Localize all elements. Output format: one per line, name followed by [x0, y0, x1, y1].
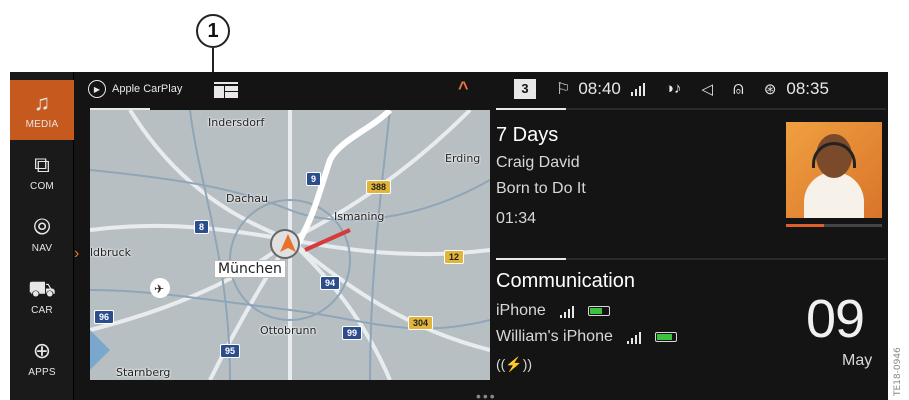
- map-label-indersdorf: Indersdorf: [208, 116, 265, 129]
- nav-label: NAV: [31, 242, 53, 254]
- map-label-furstenfeldbruck: ldbruck: [90, 246, 131, 259]
- media-divider: [496, 108, 886, 110]
- carplay-label: Apple CarPlay: [112, 83, 183, 95]
- nav-arrival-time: 08:40: [578, 78, 621, 98]
- nav-item-apps[interactable]: ⊕ APPS: [10, 328, 74, 388]
- car-icon: ⛟: [28, 275, 56, 301]
- nav-label: CAR: [31, 304, 53, 316]
- nav-item-nav[interactable]: ⦾ NAV: [10, 204, 74, 264]
- road-shield: 95: [220, 344, 241, 358]
- map-label-ottobrunn: Ottobrunn: [260, 324, 317, 337]
- road-shield: 94: [320, 276, 341, 290]
- nav-label: APPS: [28, 366, 56, 378]
- map-label-starnberg: Starnberg: [116, 366, 171, 379]
- signal-strength-icon: [626, 330, 641, 344]
- phone-row[interactable]: William's iPhone: [496, 328, 677, 346]
- status-bar: ▶ Apple CarPlay ^ 3 ⚐ 08:40 ◑♪ ◁ ⍝ ⊛ 08:…: [74, 72, 888, 108]
- battery-icon: [587, 306, 610, 316]
- globe-icon: ⊕: [32, 337, 52, 363]
- navigation-icon: ⦾: [33, 213, 51, 239]
- phone-row[interactable]: iPhone: [496, 302, 610, 320]
- date-day: 09: [806, 289, 865, 349]
- communication-widget[interactable]: Communication iPhone William's iPhone ((…: [496, 258, 886, 398]
- chevron-up-icon[interactable]: ^: [458, 78, 469, 99]
- volume-icon[interactable]: ◁: [701, 80, 713, 98]
- date-month: May: [842, 352, 873, 369]
- comm-divider: [496, 258, 886, 260]
- chevron-right-icon[interactable]: ›: [74, 246, 84, 262]
- media-widget[interactable]: 7 Days Craig David Born to Do It 01:34: [496, 108, 886, 248]
- road-shield: 304: [408, 316, 434, 330]
- map-label-dachau: Dachau: [226, 192, 268, 205]
- callout-number: 1: [196, 14, 230, 48]
- road-shield: 12: [444, 250, 465, 264]
- comm-title: Communication: [496, 270, 635, 292]
- album-name: Born to Do It: [496, 180, 586, 197]
- signal-strength-icon: [630, 82, 645, 96]
- carplay-button[interactable]: ▶ Apple CarPlay: [88, 80, 182, 98]
- artist-name: Craig David: [496, 154, 580, 171]
- status-indicators: 3 ⚐ 08:40 ◑♪ ◁ ⍝ ⊛ 08:35: [514, 78, 829, 99]
- nav-item-media[interactable]: ♫ MEDIA: [10, 80, 74, 140]
- nav-item-car[interactable]: ⛟ CAR: [10, 266, 74, 326]
- phone-name: iPhone: [496, 302, 546, 319]
- signal-strength-icon: [559, 304, 574, 318]
- connected-drive-icon[interactable]: ⊛: [764, 80, 777, 98]
- road-shield: 388: [366, 180, 392, 194]
- map-label-ismaning: Ismaning: [334, 210, 385, 223]
- road-shield: 99: [342, 326, 363, 340]
- map-label-munchen: München: [214, 260, 286, 278]
- navigation-map[interactable]: ✈ Indersdorf Erding Dachau Ismaning ldbr…: [90, 110, 490, 380]
- playback-progress: [786, 224, 882, 227]
- road-shield: 9: [306, 172, 322, 186]
- user-profile-icon[interactable]: ⍝: [733, 78, 744, 99]
- music-note-icon: ♫: [33, 89, 51, 115]
- media-source-icon[interactable]: ◑♪: [665, 80, 682, 97]
- message-icon: ⧉: [34, 151, 50, 177]
- road-shield: 8: [194, 220, 210, 234]
- destination-flag-icon: ⚐: [556, 80, 571, 98]
- road-shield: 96: [94, 310, 115, 324]
- nav-label: MEDIA: [25, 118, 59, 130]
- wireless-charging-icon: ((⚡)): [496, 356, 533, 372]
- nav-label: COM: [30, 180, 54, 192]
- split-screen-icon[interactable]: [214, 82, 238, 98]
- map-label-erding: Erding: [445, 152, 481, 165]
- page-indicator: •••: [476, 388, 497, 400]
- idrive-screen: ♫ MEDIA ⧉ COM ⦾ NAV ⛟ CAR ⊕ APPS › ▶ App…: [10, 72, 888, 400]
- clock: 08:35: [786, 78, 829, 98]
- figure-code: TE18-0946: [893, 347, 903, 396]
- nav-item-com[interactable]: ⧉ COM: [10, 142, 74, 202]
- song-title: 7 Days: [496, 124, 559, 146]
- svg-text:✈: ✈: [154, 282, 164, 296]
- main-nav: ♫ MEDIA ⧉ COM ⦾ NAV ⛟ CAR ⊕ APPS: [10, 72, 74, 400]
- battery-icon: [654, 332, 677, 342]
- lane-badge: 3: [514, 78, 536, 99]
- playback-time: 01:34: [496, 210, 537, 227]
- map-roads: ✈: [90, 110, 490, 380]
- album-cover: [786, 122, 882, 218]
- play-icon: ▶: [88, 80, 106, 98]
- phone-name: William's iPhone: [496, 328, 613, 345]
